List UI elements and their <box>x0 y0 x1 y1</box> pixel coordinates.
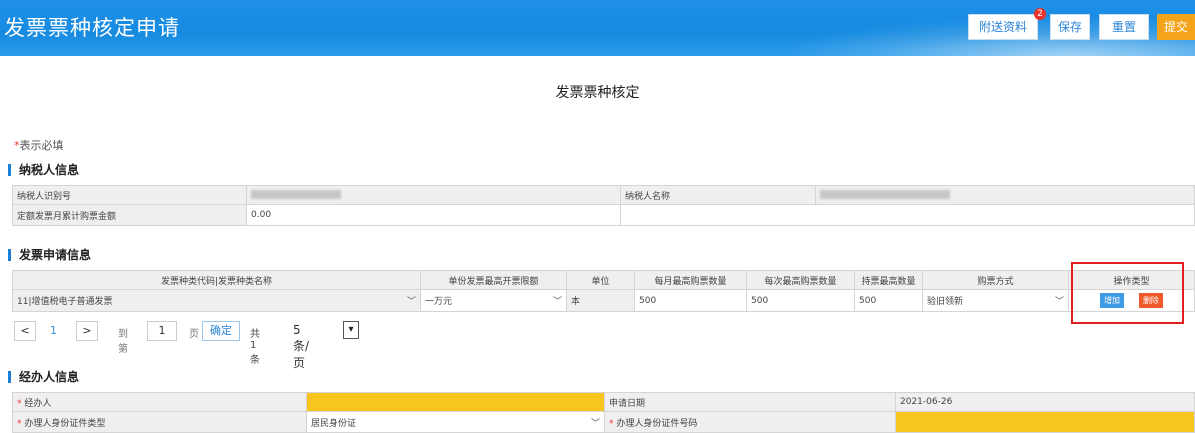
redacted-value <box>251 190 341 199</box>
agent-label-text: 经办人 <box>24 398 52 409</box>
table-row: 11|增值税电子普通发票 ﹀ 一万元 ﹀ 本 500 500 500 验旧领新 ﹀ 增… <box>12 289 1195 312</box>
date-label: 申请日期 <box>604 392 896 412</box>
id-number-label-text: 办理人身份证件号码 <box>616 418 698 429</box>
method-select[interactable]: 验旧领新 ﹀ <box>922 289 1069 312</box>
taxpayer-table: 纳税人识别号 纳税人名称 定额发票月累计购票金额 0.00 <box>12 185 1195 226</box>
id-type-label: * 办理人身份证件类型 <box>12 411 307 433</box>
page-size-dropdown-icon[interactable]: ▾ <box>343 321 359 339</box>
method-value: 验旧领新 <box>927 297 964 307</box>
app-title: 发票票种核定申请 <box>4 16 180 40</box>
page-title: 发票票种核定 <box>555 85 640 101</box>
per-time-input[interactable]: 500 <box>746 289 855 312</box>
unit-value: 本 <box>566 289 635 312</box>
required-note-text: 表示必填 <box>19 139 64 152</box>
goto-label: 到第 <box>118 329 128 355</box>
col-per-time: 每次最高购票数量 <box>746 270 855 290</box>
agent-section-title: 经办人信息 <box>8 371 79 383</box>
limit-select[interactable]: 一万元 ﹀ <box>420 289 567 312</box>
agent-label: * 经办人 <box>12 392 307 412</box>
col-monthly: 每月最高购票数量 <box>634 270 747 290</box>
operation-highlight-box <box>1071 262 1184 324</box>
agent-input[interactable] <box>306 392 605 412</box>
invoice-type-select[interactable]: 11|增值税电子普通发票 ﹀ <box>12 289 421 312</box>
monthly-input[interactable]: 500 <box>634 289 747 312</box>
id-number-label: * 办理人身份证件号码 <box>604 411 896 433</box>
next-page-button[interactable]: > <box>76 321 98 341</box>
id-type-select[interactable]: 居民身份证 ﹀ <box>306 411 605 433</box>
taxpayer-name-value <box>815 185 1195 205</box>
chevron-down-icon: ﹀ <box>1054 297 1064 307</box>
taxpayer-id-value <box>246 185 621 205</box>
required-note: *表示必填 <box>14 137 64 153</box>
id-type-value: 居民身份证 <box>311 418 357 429</box>
chevron-down-icon: ﹀ <box>552 297 562 307</box>
invoice-type-value: 11|增值税电子普通发票 <box>17 297 113 307</box>
attachments-badge: 2 <box>1034 8 1046 20</box>
goto-page-input[interactable]: 1 <box>147 321 177 341</box>
page-size-select[interactable]: 5 条/页 <box>293 323 309 371</box>
redacted-value <box>820 190 950 199</box>
submit-button[interactable]: 提交 <box>1157 14 1195 40</box>
taxpayer-section-title: 纳税人信息 <box>8 164 79 176</box>
col-method: 购票方式 <box>922 270 1069 290</box>
save-button[interactable]: 保存 <box>1050 14 1090 40</box>
invoice-section-title: 发票申请信息 <box>8 249 91 261</box>
id-type-label-text: 办理人身份证件类型 <box>24 418 106 429</box>
page-unit-label: 页 <box>189 329 199 340</box>
quota-label: 定额发票月累计购票金额 <box>12 204 247 226</box>
col-invoice-type: 发票种类代码|发票种类名称 <box>12 270 421 290</box>
empty-cell <box>620 204 1195 226</box>
chevron-down-icon: ﹀ <box>406 297 416 307</box>
quota-value: 0.00 <box>246 204 621 226</box>
invoice-table: 发票种类代码|发票种类名称 单份发票最高开票限额 单位 每月最高购票数量 每次最… <box>12 270 1195 312</box>
chevron-down-icon: ﹀ <box>590 418 600 429</box>
col-unit: 单位 <box>566 270 635 290</box>
reset-button[interactable]: 重置 <box>1099 14 1149 40</box>
prev-page-button[interactable]: < <box>14 321 36 341</box>
total-count: 共 1 条 <box>250 329 260 366</box>
taxpayer-name-label: 纳税人名称 <box>620 185 816 205</box>
id-number-input[interactable] <box>895 411 1195 433</box>
confirm-page-button[interactable]: 确定 <box>202 321 240 341</box>
taxpayer-id-label: 纳税人识别号 <box>12 185 247 205</box>
agent-table: * 经办人 申请日期 2021-06-26 * 办理人身份证件类型 居民身份证 ﹀… <box>12 392 1195 433</box>
col-limit: 单份发票最高开票限额 <box>420 270 567 290</box>
attachments-button[interactable]: 附送资料 <box>968 14 1038 40</box>
hold-input[interactable]: 500 <box>854 289 923 312</box>
limit-value: 一万元 <box>425 297 453 307</box>
date-value: 2021-06-26 <box>895 392 1195 412</box>
col-hold: 持票最高数量 <box>854 270 923 290</box>
current-page[interactable]: 1 <box>50 324 57 337</box>
